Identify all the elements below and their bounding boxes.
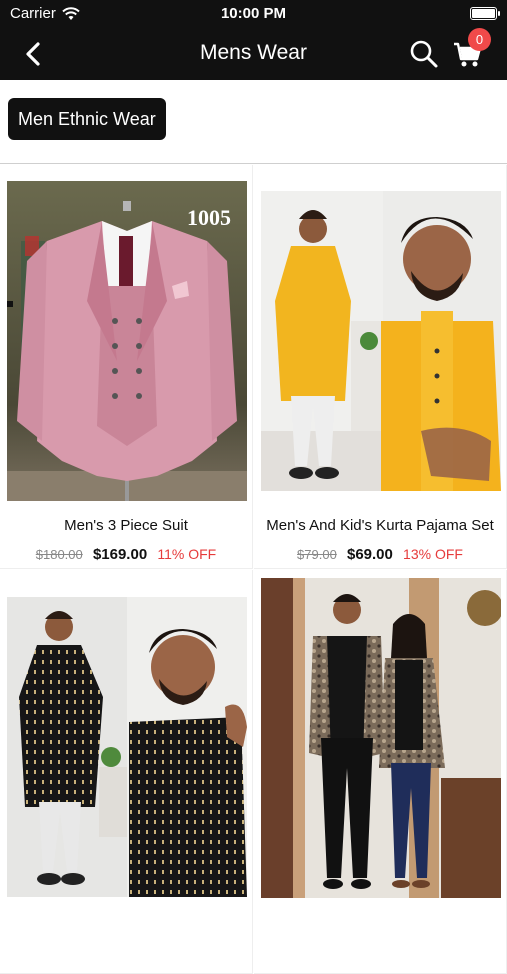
sale-price: $169.00 (92, 546, 148, 563)
product-image[interactable]: 1005 (7, 181, 247, 501)
search-icon[interactable] (409, 39, 439, 69)
couple-illustration (261, 578, 501, 898)
status-time: 10:00 PM (220, 5, 287, 22)
original-price: $79.00 (297, 547, 337, 562)
product-prices: $180.00 $169.00 11% OFF (0, 546, 252, 563)
product-image[interactable] (261, 578, 501, 898)
cart-count-badge[interactable]: 0 (468, 28, 491, 51)
product-card[interactable]: Men's And Kid's Kurta Pajama Set $79.00 … (254, 165, 507, 569)
category-chip-men-ethnic-wear[interactable]: Men Ethnic Wear (8, 98, 166, 140)
status-bar: Carrier 10:00 PM (0, 0, 507, 28)
black-kurta-illustration (7, 597, 247, 897)
product-image[interactable] (261, 191, 501, 491)
discount-label: 11% OFF (157, 546, 217, 562)
product-image-label: 1005 (187, 205, 231, 230)
sale-price: $69.00 (346, 546, 393, 563)
product-card[interactable]: 1005 Men's 3 Piece Suit $180.00 $169.00 … (0, 165, 253, 569)
product-prices: $79.00 $69.00 13% OFF (254, 546, 506, 563)
battery-icon (470, 7, 500, 20)
category-bar: Men Ethnic Wear (0, 80, 507, 164)
product-card[interactable] (0, 570, 253, 974)
product-card[interactable] (254, 570, 507, 974)
original-price: $180.00 (35, 547, 83, 562)
product-image[interactable] (7, 597, 247, 897)
product-name[interactable]: Men's 3 Piece Suit (0, 517, 252, 534)
product-name[interactable]: Men's And Kid's Kurta Pajama Set (254, 517, 506, 534)
discount-label: 13% OFF (403, 546, 463, 562)
navigation-bar: Mens Wear 0 (0, 28, 507, 80)
kurta-illustration (261, 191, 501, 491)
